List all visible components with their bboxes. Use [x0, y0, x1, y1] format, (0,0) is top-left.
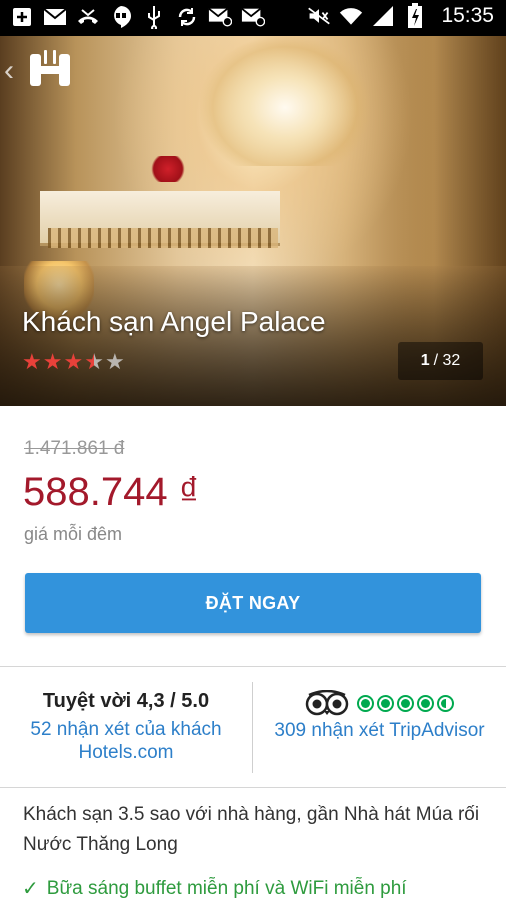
photo-index: 1 [420, 352, 430, 369]
guest-reviews[interactable]: Tuyệt vời 4,3 / 5.0 52 nhận xét của khác… [0, 690, 252, 764]
rating-bubble-full-icon [377, 694, 394, 712]
star-half-icon: ★ [84, 349, 104, 374]
tripadvisor-owl-icon [305, 690, 349, 716]
mute-icon [307, 5, 331, 27]
email-at-icon [241, 6, 265, 28]
hotel-name: Khách sạn Angel Palace [22, 306, 326, 337]
amenity-item: ✓ Bữa sáng buffet miễn phí và WiFi miễn … [22, 876, 407, 900]
star-empty-icon: ★ [104, 349, 125, 374]
email-icon [43, 6, 67, 28]
tripadvisor-bubbles [357, 694, 454, 712]
guest-reviews-link[interactable]: 52 nhận xét của khách Hotels.com [0, 718, 252, 764]
guest-score: Tuyệt vời 4,3 / 5.0 [42, 690, 210, 712]
divider [0, 666, 506, 667]
star-full-icon: ★ [63, 349, 84, 374]
star-full-icon: ★ [42, 349, 63, 374]
photo-flowers-detail [148, 156, 188, 182]
hotel-photo[interactable]: ‹ Khách sạn Angel Palace ★ ★ ★ ★ ★ 1 / 3… [0, 36, 506, 406]
book-now-button[interactable]: ĐẶT NGAY [25, 573, 481, 633]
notification-icons [10, 6, 265, 29]
price-per-night-label: giá mỗi đêm [24, 524, 123, 544]
amenity-text: Bữa sáng buffet miễn phí và WiFi miễn ph… [46, 877, 407, 899]
back-chevron-icon[interactable]: ‹ [4, 56, 14, 86]
rating-bubble-full-icon [357, 694, 374, 712]
add-icon [10, 6, 34, 28]
battery-charging-icon [403, 3, 427, 28]
hotel-description: Khách sạn 3.5 sao với nhà hàng, gần Nhà … [23, 804, 480, 855]
missed-call-icon [76, 6, 100, 28]
photo-counter[interactable]: 1 / 32 [398, 342, 483, 380]
clock: 15:35 [441, 4, 494, 27]
signal-icon [371, 5, 395, 27]
photo-total: / 32 [433, 352, 461, 369]
rating-bubble-full-icon [417, 694, 434, 712]
check-icon: ✓ [22, 878, 39, 900]
star-full-icon: ★ [22, 349, 42, 374]
photo-rail-detail [48, 228, 278, 248]
sync-icon [175, 6, 199, 28]
wifi-icon [339, 5, 363, 27]
email-at-icon [208, 6, 232, 28]
tripadvisor-reviews-link[interactable]: 309 nhận xét TripAdvisor [253, 719, 506, 742]
photo-chandelier-detail [200, 36, 370, 166]
discounted-price: 588.744 ₫ [23, 470, 200, 514]
usb-icon [142, 6, 166, 29]
tripadvisor-rating-row [253, 690, 506, 716]
status-bar: 15:35 [0, 0, 506, 36]
divider [0, 787, 506, 788]
hangouts-icon [109, 6, 133, 28]
system-icons: 15:35 [307, 3, 494, 28]
original-price: 1.471.861 đ [24, 438, 125, 459]
rating-bubble-full-icon [397, 694, 414, 712]
tripadvisor-reviews[interactable]: 309 nhận xét TripAdvisor [253, 690, 506, 742]
star-rating: ★ ★ ★ ★ ★ [22, 351, 125, 373]
rating-bubble-half-icon [437, 694, 454, 712]
hotels-logo-icon[interactable] [28, 48, 72, 92]
